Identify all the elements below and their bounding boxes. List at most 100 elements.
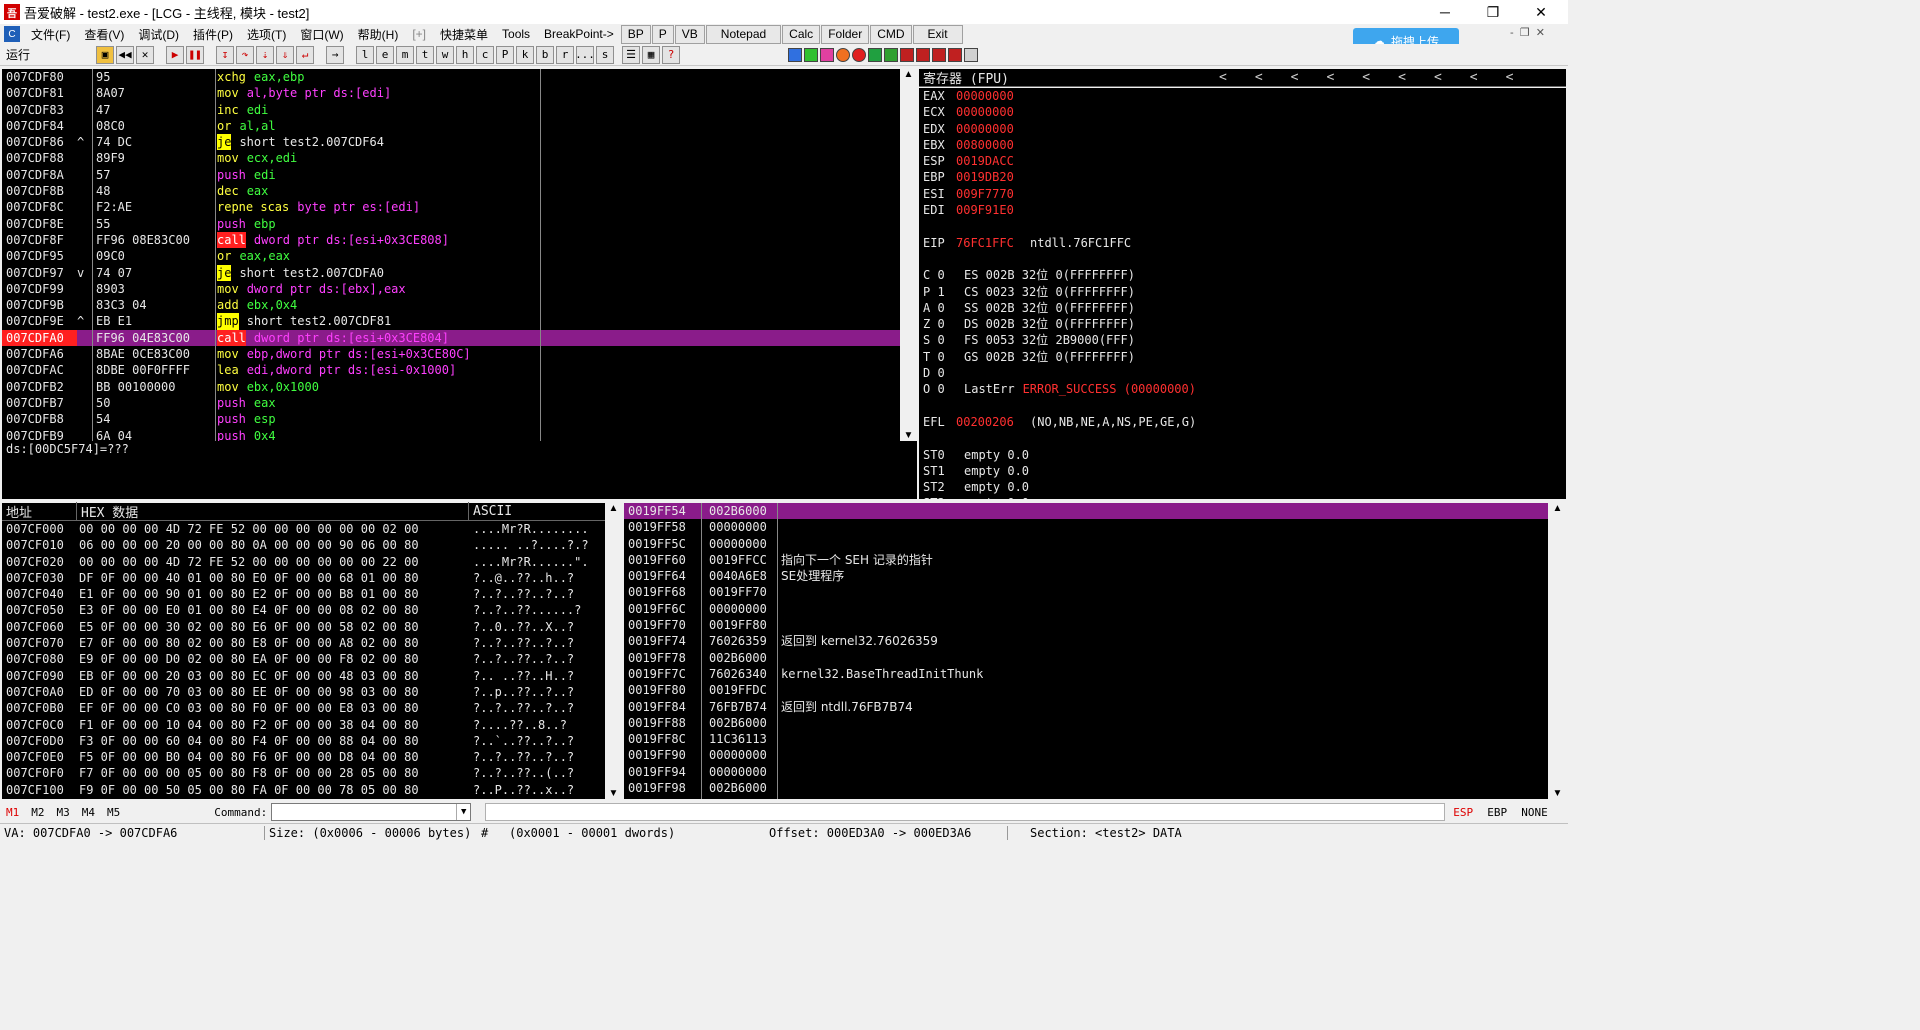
stack-row[interactable]: 0019FF78 002B6000 <box>624 650 1548 666</box>
plugin-icon-9[interactable] <box>916 47 930 62</box>
dump-header-addr[interactable]: 地址 <box>2 502 77 521</box>
run-icon[interactable]: ▶ <box>166 45 184 64</box>
tb-m[interactable]: m <box>396 45 414 64</box>
registers-pane[interactable]: EAX 00000000 ECX 00000000 EDX 00000000 EBX 0080… <box>919 88 1566 499</box>
register-row-eip[interactable]: EIP 76FC1FFC ntdll.76FC1FFC <box>919 235 1566 251</box>
disasm-row[interactable]: 007CDF8E 55 push ebp <box>2 216 900 232</box>
stack-row[interactable]: 0019FF84 76FB7B74 返回到 ntdll.76FB7B74 <box>624 699 1548 715</box>
minimize-button[interactable]: ─ <box>1422 0 1468 24</box>
menu-help[interactable]: 帮助(H) <box>351 26 406 43</box>
dump-row[interactable]: 007CF010 06 00 00 00 20 00 00 80 0A 00 00… <box>2 537 605 553</box>
stack-row[interactable]: 0019FF68 0019FF70 <box>624 584 1548 600</box>
register-row[interactable]: EDX 00000000 <box>919 121 1566 137</box>
stack-follow-none[interactable]: NONE <box>1521 806 1548 819</box>
stack-row[interactable]: 0019FF54 002B6000 <box>624 503 1548 520</box>
disasm-row[interactable]: 007CDFA0 FF96 04E83C00 call dword ptr ds:[e… <box>2 329 900 347</box>
memory-tab-m2[interactable]: M2 <box>25 806 50 819</box>
stack-follow-esp[interactable]: ESP <box>1453 806 1487 819</box>
fpu-row[interactable]: ST3empty 0.0 <box>919 495 1566 499</box>
p-button[interactable]: P <box>651 24 674 44</box>
stack-row[interactable]: 0019FF60 0019FFCC 指向下一个 SEH 记录的指针 <box>624 552 1548 568</box>
menu-view[interactable]: 查看(V) <box>77 26 131 43</box>
step-over-icon[interactable]: ↷ <box>236 45 254 64</box>
dump-row[interactable]: 007CF080 E9 0F 00 00 D0 02 00 80 EA 0F 00… <box>2 651 605 667</box>
close-process-icon[interactable]: ✕ <box>136 45 154 64</box>
menu-plugins[interactable]: 插件(P) <box>186 26 240 43</box>
menu-options[interactable]: 选项(T) <box>240 26 293 43</box>
register-row[interactable]: EAX 00000000 <box>919 88 1566 104</box>
dump-pane[interactable]: 007CF000 00 00 00 00 4D 72 FE 52 00 00 00… <box>2 521 605 799</box>
stack-row[interactable]: 0019FF90 00000000 <box>624 747 1548 763</box>
stack-row[interactable]: 0019FF88 002B6000 <box>624 715 1548 731</box>
plugin-icon-6[interactable] <box>868 47 882 62</box>
menu-shortcut[interactable]: 快捷菜单 <box>433 26 495 43</box>
stack-row[interactable]: 0019FF5C 00000000 <box>624 536 1548 552</box>
dump-row[interactable]: 007CF090 EB 0F 00 00 20 03 00 80 EC 0F 00… <box>2 668 605 684</box>
execute-till-return-icon[interactable]: ↵ <box>296 45 314 64</box>
memory-tab-m4[interactable]: M4 <box>76 806 101 819</box>
tb-h[interactable]: h <box>456 45 474 64</box>
plugin-icon-3[interactable] <box>820 47 834 62</box>
tb-t[interactable]: t <box>416 45 434 64</box>
bp-button[interactable]: BP <box>620 24 651 44</box>
disassembly-pane[interactable]: 007CDF80 95 xchg eax,ebp 007CDF81 8A07 mov al,b… <box>2 69 900 441</box>
stack-row[interactable]: 0019FF70 0019FF80 <box>624 617 1548 633</box>
disasm-row[interactable]: 007CDF97 v 74 07 je short test2.007CDFA0 <box>2 264 900 281</box>
dump-row[interactable]: 007CF0B0 EF 0F 00 00 C0 03 00 80 F0 0F 00… <box>2 700 605 716</box>
flag-row[interactable]: O 0 LastErr ERROR_SUCCESS (00000000) <box>919 381 1566 397</box>
disasm-row[interactable]: 007CDF8A 57 push edi <box>2 167 900 183</box>
dump-header-hex[interactable]: HEX 数据 <box>77 502 469 521</box>
collapse-arrows[interactable]: <<<<<<<<< <box>1219 70 1541 85</box>
memory-tab-m5[interactable]: M5 <box>101 806 126 819</box>
disassembly-scrollbar[interactable]: ▲ ▼ <box>900 69 917 441</box>
flag-row[interactable]: P 1 CS 0023 32位 0(FFFFFFFF) <box>919 284 1566 300</box>
restore-button[interactable]: ❐ <box>1470 0 1516 24</box>
plugin-icon-2[interactable] <box>804 47 818 62</box>
notepad-button[interactable]: Notepad <box>705 24 782 44</box>
stack-pane[interactable]: 0019FF54 002B6000 0019FF58 00000000 0019FF5C… <box>624 503 1548 799</box>
open-icon[interactable]: ▣ <box>96 45 114 64</box>
tb-r[interactable]: r <box>556 45 574 64</box>
mdi-controls[interactable]: - ❐ ✕ <box>1510 26 1545 39</box>
stack-row[interactable]: 0019FF7C 76026340 kernel32.BaseThreadInitT… <box>624 666 1548 682</box>
stack-row[interactable]: 0019FF74 76026359 返回到 kernel32.76026359 <box>624 633 1548 649</box>
flag-row[interactable]: Z 0 DS 002B 32位 0(FFFFFFFF) <box>919 316 1566 332</box>
register-row-efl[interactable]: EFL 00200206 (NO,NB,NE,A,NS,PE,GE,G) <box>919 414 1566 430</box>
stack-row[interactable]: 0019FF94 00000000 <box>624 764 1548 780</box>
trace-into-icon[interactable]: ⇣ <box>256 45 274 64</box>
command-input[interactable]: ▼ <box>271 803 472 821</box>
plugin-icon-1[interactable] <box>788 47 802 62</box>
plugin-icon-5[interactable] <box>852 47 866 62</box>
menu-expand[interactable]: [+] <box>405 27 433 41</box>
step-into-icon[interactable]: ↧ <box>216 45 234 64</box>
pause-icon[interactable]: ❚❚ <box>186 45 204 64</box>
tb-e[interactable]: e <box>376 45 394 64</box>
disasm-row[interactable]: 007CDF86 ^ 74 DC je short test2.007CDF64 <box>2 134 900 151</box>
tb-p[interactable]: P <box>496 45 514 64</box>
list-icon[interactable]: ☰ <box>622 45 640 64</box>
trace-over-icon[interactable]: ⇓ <box>276 45 294 64</box>
exit-button[interactable]: Exit <box>912 24 963 44</box>
disasm-row[interactable]: 007CDF83 47 inc edi <box>2 102 900 118</box>
tb-b[interactable]: b <box>536 45 554 64</box>
dump-row[interactable]: 007CF000 00 00 00 00 4D 72 FE 52 00 00 00… <box>2 521 605 537</box>
stack-row[interactable]: 0019FF58 00000000 <box>624 519 1548 535</box>
flag-row[interactable]: A 0 SS 002B 32位 0(FFFFFFFF) <box>919 300 1566 316</box>
dump-row[interactable]: 007CF0D0 F3 0F 00 00 60 04 00 80 F4 0F 00… <box>2 733 605 749</box>
dump-row[interactable]: 007CF100 F9 0F 00 00 50 05 00 80 FA 0F 00… <box>2 782 605 798</box>
fpu-row[interactable]: ST0 empty 0.0 <box>919 447 1566 463</box>
disasm-row[interactable]: 007CDFB9 6A 04 push 0x4 <box>2 428 900 441</box>
fpu-row[interactable]: ST1 empty 0.0 <box>919 463 1566 479</box>
dump-row[interactable]: 007CF060 E5 0F 00 00 30 02 00 80 E6 0F 00… <box>2 619 605 635</box>
tb-l[interactable]: l <box>356 45 374 64</box>
help-icon[interactable]: ? <box>662 45 680 64</box>
tb-s[interactable]: s <box>596 45 614 64</box>
plugin-icon-10[interactable] <box>932 47 946 62</box>
dump-row[interactable]: 007CF0A0 ED 0F 00 00 70 03 00 80 EE 0F 00… <box>2 684 605 700</box>
register-row[interactable]: EDI 009F91E0 <box>919 202 1566 218</box>
cmd-button[interactable]: CMD <box>870 24 912 44</box>
disasm-row[interactable]: 007CDFA6 8BAE 0CE83C00 mov ebp,dword ptr ds… <box>2 346 900 362</box>
plugin-icon-4[interactable] <box>836 47 850 62</box>
disasm-row[interactable]: 007CDF9E ^ EB E1 jmp short test2.007CDF81 <box>2 313 900 330</box>
tb-k[interactable]: k <box>516 45 534 64</box>
